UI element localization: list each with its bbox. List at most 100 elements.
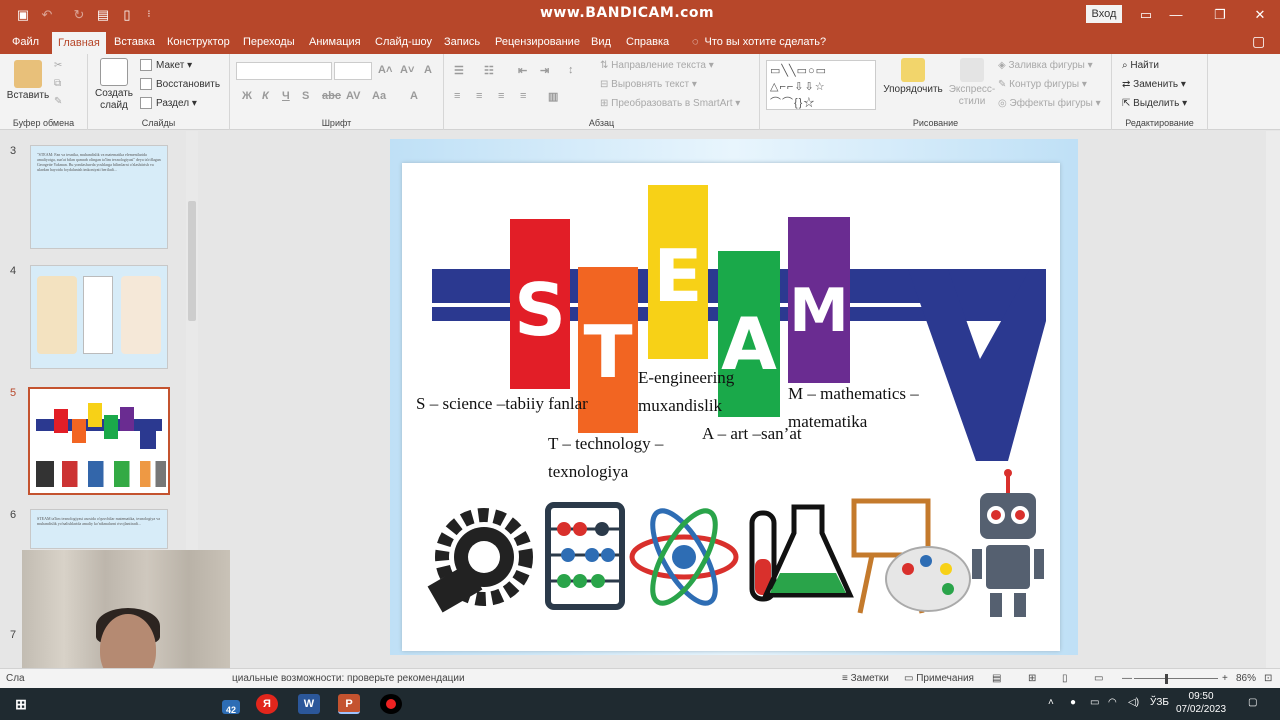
- language-indicator[interactable]: ЎЗБ: [1150, 697, 1169, 708]
- italic-button[interactable]: К: [262, 90, 269, 102]
- shape-fill-button[interactable]: ◈ Заливка фигуры ▾: [998, 58, 1093, 74]
- paste-button[interactable]: Вставить: [6, 60, 50, 102]
- zoom-level[interactable]: 86%: [1236, 673, 1256, 684]
- cut-icon[interactable]: ✂: [54, 58, 62, 74]
- tab-insert[interactable]: Вставка: [108, 34, 161, 54]
- font-name-combo[interactable]: [236, 62, 332, 80]
- comments-button[interactable]: ▭ Примечания: [904, 673, 974, 684]
- align-text-button[interactable]: ⊟ Выровнять текст ▾: [600, 77, 697, 93]
- zoom-out-icon[interactable]: —: [1122, 673, 1132, 684]
- notifications-icon[interactable]: ▢: [1248, 697, 1257, 708]
- network-icon[interactable]: ◠: [1108, 697, 1117, 708]
- volume-icon[interactable]: ◁): [1128, 697, 1139, 708]
- zoom-slider[interactable]: [1134, 678, 1218, 679]
- slide-sorter-icon[interactable]: ⊞: [1028, 673, 1036, 684]
- align-center-icon[interactable]: ≡: [476, 90, 482, 102]
- zoom-in-icon[interactable]: +: [1222, 673, 1228, 684]
- columns-icon[interactable]: ▥: [548, 90, 558, 103]
- tab-record[interactable]: Запись: [438, 34, 486, 54]
- editor-scrollbar[interactable]: [1266, 131, 1280, 668]
- presentation-icon[interactable]: ▤: [94, 6, 112, 24]
- tab-review[interactable]: Рецензирование: [489, 34, 586, 54]
- shrink-font-icon[interactable]: A˅: [400, 64, 414, 76]
- scrollbar-thumb[interactable]: [188, 201, 196, 321]
- clock[interactable]: 09:50 07/02/2023: [1176, 690, 1226, 716]
- tab-home[interactable]: Главная: [52, 32, 106, 54]
- bullets-icon[interactable]: ☰: [454, 64, 464, 77]
- reading-view-icon[interactable]: ▯: [1062, 673, 1068, 684]
- yandex-icon[interactable]: Я: [256, 694, 278, 714]
- clear-format-icon[interactable]: A: [424, 64, 432, 76]
- font-size-combo[interactable]: [334, 62, 372, 80]
- slide-thumbnail-6[interactable]: STEAM ta'lim texnologiyasi asosida o'quv…: [30, 509, 168, 549]
- shape-outline-button[interactable]: ✎ Контур фигуры ▾: [998, 77, 1087, 93]
- bold-button[interactable]: Ж: [242, 90, 252, 102]
- shadow-button[interactable]: S: [302, 90, 309, 102]
- slide-thumbnail-3[interactable]: "STEAM: Fan va texnika, muhandislik va m…: [30, 145, 168, 249]
- word-icon[interactable]: W: [298, 694, 320, 714]
- smartart-button[interactable]: ⊞ Преобразовать в SmartArt ▾: [600, 96, 740, 112]
- zoom-slider-thumb[interactable]: [1165, 674, 1168, 684]
- tab-design[interactable]: Конструктор: [161, 34, 236, 54]
- tab-view[interactable]: Вид: [585, 34, 617, 54]
- new-slide-button[interactable]: Создать слайд: [94, 58, 134, 112]
- indent-increase-icon[interactable]: ⇥: [540, 64, 549, 77]
- align-left-icon[interactable]: ≡: [454, 90, 460, 102]
- slide-thumbnail-5[interactable]: [28, 387, 170, 495]
- maximize-icon[interactable]: ❐: [1210, 5, 1230, 25]
- select-button[interactable]: ⇱ Выделить ▾: [1122, 96, 1187, 112]
- minimize-icon[interactable]: —: [1166, 5, 1186, 25]
- ribbon-display-icon[interactable]: ▭: [1136, 5, 1156, 25]
- format-painter-icon[interactable]: ✎: [54, 94, 62, 110]
- copy-icon[interactable]: ⧉: [54, 76, 61, 92]
- shape-effects-button[interactable]: ◎ Эффекты фигуры ▾: [998, 96, 1101, 112]
- save-icon[interactable]: ▣: [14, 6, 32, 24]
- replace-button[interactable]: ⇄ Заменить ▾: [1122, 77, 1186, 93]
- text-direction-button[interactable]: ⇅ Направление текста ▾: [600, 58, 714, 74]
- powerpoint-icon[interactable]: P: [338, 694, 360, 714]
- underline-button[interactable]: Ч: [282, 90, 290, 102]
- tab-slideshow[interactable]: Слайд-шоу: [369, 34, 438, 54]
- tab-help[interactable]: Справка: [620, 34, 675, 54]
- new-file-icon[interactable]: ▯: [118, 6, 136, 24]
- fit-slide-icon[interactable]: ⊡: [1264, 673, 1272, 684]
- char-spacing-button[interactable]: AV: [346, 90, 360, 102]
- slide-thumbnail-4[interactable]: [30, 265, 168, 369]
- font-color-icon[interactable]: A: [410, 90, 418, 102]
- slide-content[interactable]: S T E A M S – science –tabiiy fanlar T –…: [402, 163, 1060, 651]
- strikethrough-icon[interactable]: abc: [322, 90, 341, 102]
- normal-view-icon[interactable]: ▤: [992, 673, 1001, 684]
- section-button[interactable]: Раздел ▾: [140, 96, 197, 112]
- bandicam-record-icon[interactable]: [380, 694, 402, 714]
- accessibility-status[interactable]: циальные возможности: проверьте рекоменд…: [232, 673, 465, 684]
- battery-icon[interactable]: ▭: [1090, 697, 1099, 708]
- numbering-icon[interactable]: ☷: [484, 64, 494, 77]
- change-case-button[interactable]: Aa: [372, 90, 386, 102]
- align-right-icon[interactable]: ≡: [498, 90, 504, 102]
- tab-animations[interactable]: Анимация: [303, 34, 367, 54]
- tell-me-search[interactable]: ◌ Что вы хотите сделать?: [686, 34, 826, 50]
- arrange-button[interactable]: Упорядочить: [878, 58, 948, 96]
- customize-qat-icon[interactable]: ⁝: [140, 6, 158, 24]
- justify-icon[interactable]: ≡: [520, 90, 526, 102]
- layout-button[interactable]: Макет ▾: [140, 58, 192, 74]
- windows-start-icon[interactable]: ⊞: [10, 694, 32, 714]
- close-icon[interactable]: ✕: [1250, 5, 1270, 25]
- microphone-icon[interactable]: ●: [1070, 697, 1076, 708]
- reset-button[interactable]: Восстановить: [140, 77, 220, 93]
- signin-button[interactable]: Вход: [1086, 5, 1122, 23]
- quick-styles-button[interactable]: Экспресс-стили: [946, 58, 998, 108]
- undo-icon[interactable]: ↶: [38, 6, 56, 24]
- tab-file[interactable]: Файл: [6, 34, 45, 54]
- indent-decrease-icon[interactable]: ⇤: [518, 64, 527, 77]
- tab-transitions[interactable]: Переходы: [237, 34, 301, 54]
- notes-button[interactable]: ≡ Заметки: [842, 673, 889, 684]
- comments-icon[interactable]: ▢: [1252, 33, 1265, 50]
- slideshow-view-icon[interactable]: ▭: [1094, 673, 1103, 684]
- redo-icon[interactable]: ↻: [70, 6, 88, 24]
- tray-overflow-icon[interactable]: ˄: [1048, 697, 1054, 708]
- grow-font-icon[interactable]: A˄: [378, 64, 392, 76]
- find-button[interactable]: ⌕ Найти: [1122, 58, 1159, 74]
- shapes-gallery[interactable]: ▭╲╲▭○▭ △⌐⌐⇩⇩☆ ⌒⌒{}☆: [766, 60, 876, 110]
- line-spacing-icon[interactable]: ↕: [568, 64, 574, 76]
